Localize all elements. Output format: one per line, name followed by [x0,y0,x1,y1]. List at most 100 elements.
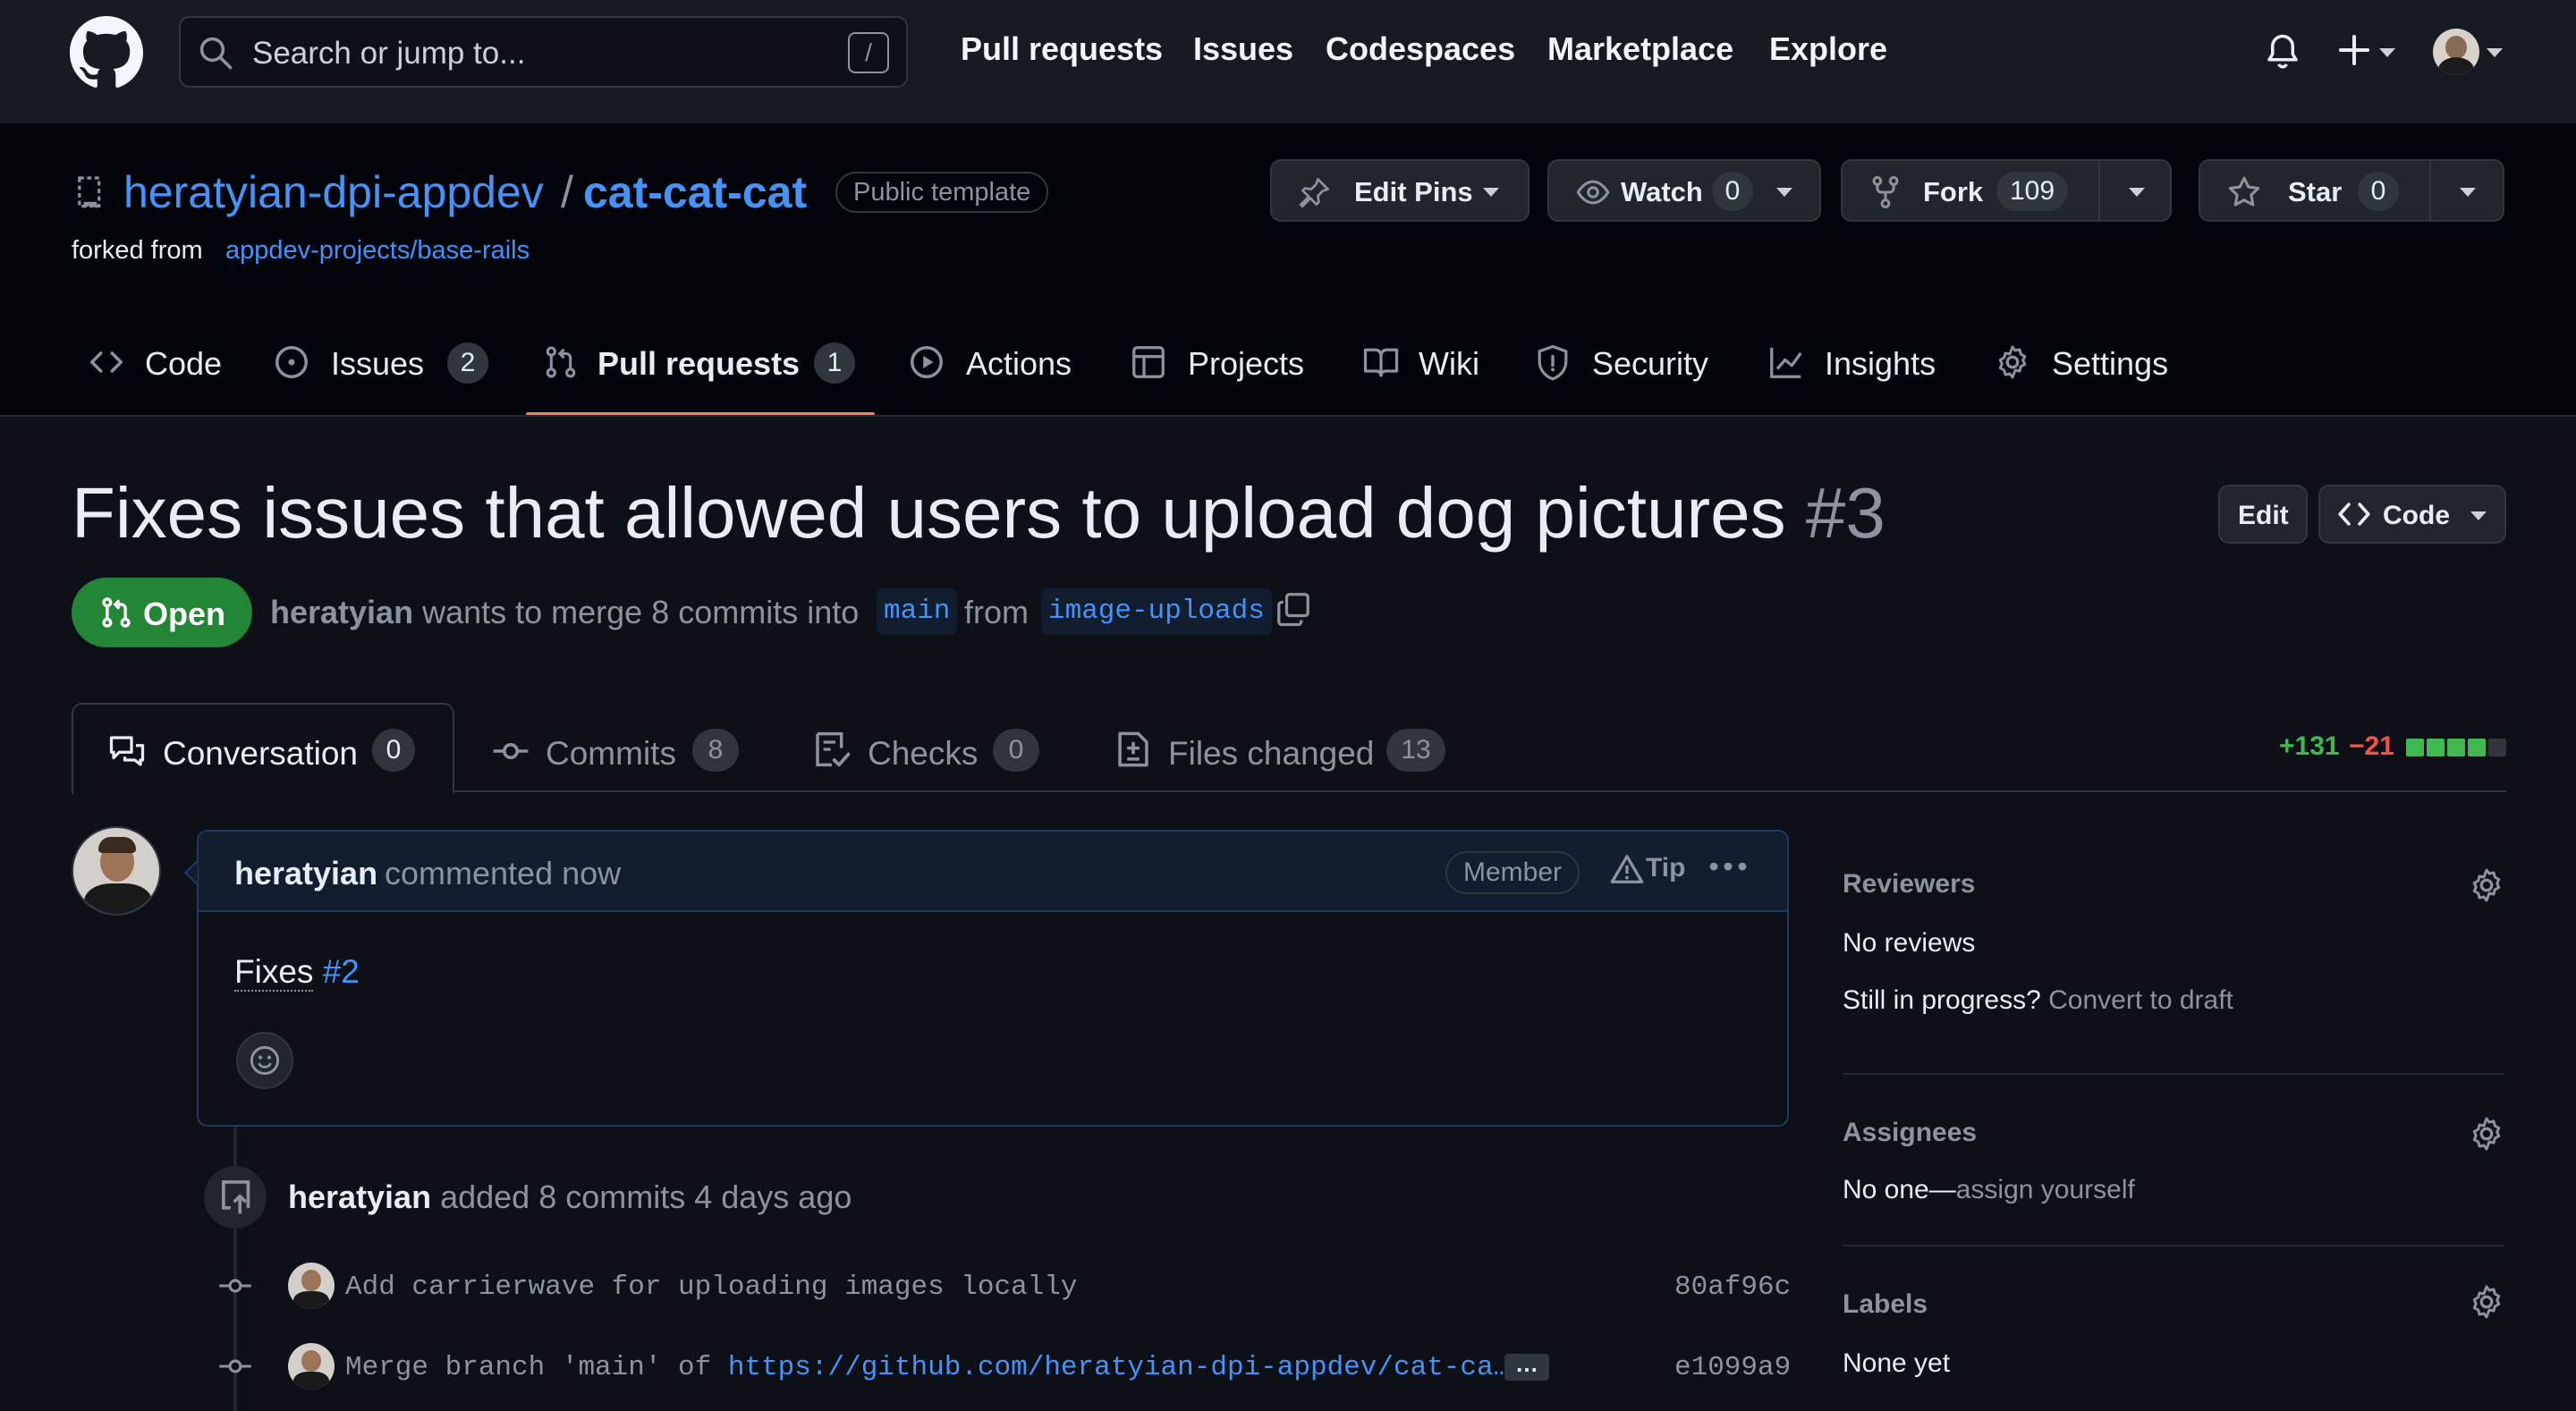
tab-conversation-label: Conversation [163,735,359,772]
button-divider [2098,161,2100,220]
comment-timestamp[interactable]: commented now [385,855,621,892]
fork-button[interactable]: Fork 109 [1841,159,2172,222]
add-reaction-button[interactable] [236,1032,293,1089]
search-input[interactable]: Search or jump to... / [179,16,908,88]
chevron-down-icon [1483,188,1499,197]
watch-count: 0 [1712,172,1753,211]
reviewers-gear-icon[interactable] [2469,867,2504,903]
assignees-heading[interactable]: Assignees [1843,1118,1977,1148]
diffstat-block [2406,739,2424,756]
pr-author-link[interactable]: heratyian [270,594,413,630]
chevron-down-icon [1776,188,1792,197]
from-text: from [964,594,1029,630]
commit-message-link[interactable]: Add carrierwave for uploading images loc… [345,1272,1078,1303]
issue-icon [274,344,309,380]
repo-name-link[interactable]: cat-cat-cat [583,166,807,218]
tab-actions[interactable]: Actions [966,345,1072,383]
forked-from-link[interactable]: appdev-projects/base-rails [225,236,530,266]
head-branch[interactable]: image-uploads [1041,588,1272,635]
commit-sha-link[interactable]: 80af96c [1674,1272,1791,1303]
commit-author-avatar[interactable] [288,1263,335,1309]
star-count: 0 [2358,172,2399,211]
comment-author-avatar[interactable] [72,826,161,916]
star-button[interactable]: Star 0 [2199,159,2504,222]
sidebar-divider [1843,1245,2504,1246]
tab-pull-requests[interactable]: Pull requests [597,345,800,383]
base-branch[interactable]: main [877,588,958,635]
tab-projects[interactable]: Projects [1188,345,1304,383]
edit-title-button[interactable]: Edit [2218,485,2308,544]
tab-pull-requests-count: 1 [814,342,855,384]
fork-label: Fork [1923,176,1984,207]
nav-explore[interactable]: Explore [1769,30,1887,68]
comment-body: Fixes #2 [234,953,360,992]
tab-code[interactable]: Code [145,345,222,383]
push-event-author[interactable]: heratyian [288,1179,431,1215]
nav-issues[interactable]: Issues [1193,30,1293,68]
issue-reference-link[interactable]: #2 [323,953,360,990]
tab-commits[interactable]: Commits [546,735,676,773]
tab-wiki[interactable]: Wiki [1419,345,1479,383]
visibility-badge: Public template [835,172,1049,213]
nav-marketplace[interactable]: Marketplace [1547,30,1733,68]
chevron-down-icon [2470,511,2487,520]
pin-icon [1299,176,1331,208]
create-new-chevron-down-icon[interactable] [2379,48,2395,57]
create-new-plus-icon[interactable] [2336,32,2372,68]
assignees-gear-icon[interactable] [2469,1116,2504,1152]
commit-message-link[interactable]: Merge branch 'main' of [345,1352,728,1383]
diffstat-bar [2406,739,2506,758]
tab-issues[interactable]: Issues [331,345,424,383]
table-icon [1131,344,1166,380]
labels-gear-icon[interactable] [2469,1284,2504,1320]
edit-pins-button[interactable]: Edit Pins [1270,159,1530,222]
repo-template-icon [75,175,106,211]
kebab-horizontal-icon[interactable] [1708,860,1748,873]
merge-text: wants to merge 8 commits into [422,594,860,630]
nav-pull-requests[interactable]: Pull requests [961,30,1163,68]
global-header: Search or jump to... / Pull requests Iss… [0,0,2576,123]
tab-insights[interactable]: Insights [1825,345,1936,383]
convert-to-draft-link[interactable]: Convert to draft [2048,985,2233,1015]
copy-icon[interactable] [1275,590,1311,628]
assignees-value: No one—assign yourself [1843,1175,2135,1205]
tab-settings[interactable]: Settings [2052,345,2168,383]
pull-request-icon [100,596,132,629]
diffstat-block [2427,739,2445,756]
code-icon [88,344,125,380]
tab-security[interactable]: Security [1592,345,1708,383]
commit-author-avatar[interactable] [288,1343,335,1390]
reviewers-heading[interactable]: Reviewers [1843,869,1975,900]
eye-icon [1576,177,1610,207]
tip-label[interactable]: Tip [1646,853,1685,883]
labels-heading[interactable]: Labels [1843,1289,1928,1320]
bell-icon[interactable] [2265,32,2301,72]
expand-commit-message-button[interactable]: … [1504,1352,1549,1381]
github-logo-icon[interactable] [70,16,143,89]
tab-conversation-count: 0 [372,729,415,772]
repo-owner-link[interactable]: heratyian-dpi-appdev [123,166,544,218]
commit-message: Merge branch 'main' of https://github.co… [345,1352,1510,1383]
commit-url-link[interactable]: https://github.com/heratyian-dpi-appdev/… [728,1352,1510,1383]
user-avatar[interactable] [2433,29,2479,75]
star-dropdown-chevron-icon[interactable] [2460,188,2476,197]
comment-box: heratyian commented now Member Tip Fixes… [197,830,1789,1127]
watch-button[interactable]: Watch 0 [1547,159,1821,222]
assign-yourself-link[interactable]: assign yourself [1956,1175,2135,1204]
search-placeholder: Search or jump to... [252,36,526,71]
nav-codespaces[interactable]: Codespaces [1326,30,1515,68]
search-icon [199,36,233,70]
repo-push-icon [218,1179,252,1216]
member-badge: Member [1445,851,1580,894]
commit-sha-link[interactable]: e1099a9 [1674,1352,1791,1383]
comment-body-text: Fixes [234,953,314,992]
fork-dropdown-chevron-icon[interactable] [2129,188,2145,197]
edit-pins-label: Edit Pins [1354,176,1473,207]
code-dropdown-button[interactable]: Code [2318,485,2506,544]
comment-author[interactable]: heratyian [234,855,377,892]
user-menu-chevron-down-icon[interactable] [2487,48,2503,57]
repo-path-separator: / [561,167,573,217]
tab-files-changed[interactable]: Files changed [1168,735,1374,773]
code-label: Code [2383,501,2450,530]
tab-checks[interactable]: Checks [868,735,978,773]
